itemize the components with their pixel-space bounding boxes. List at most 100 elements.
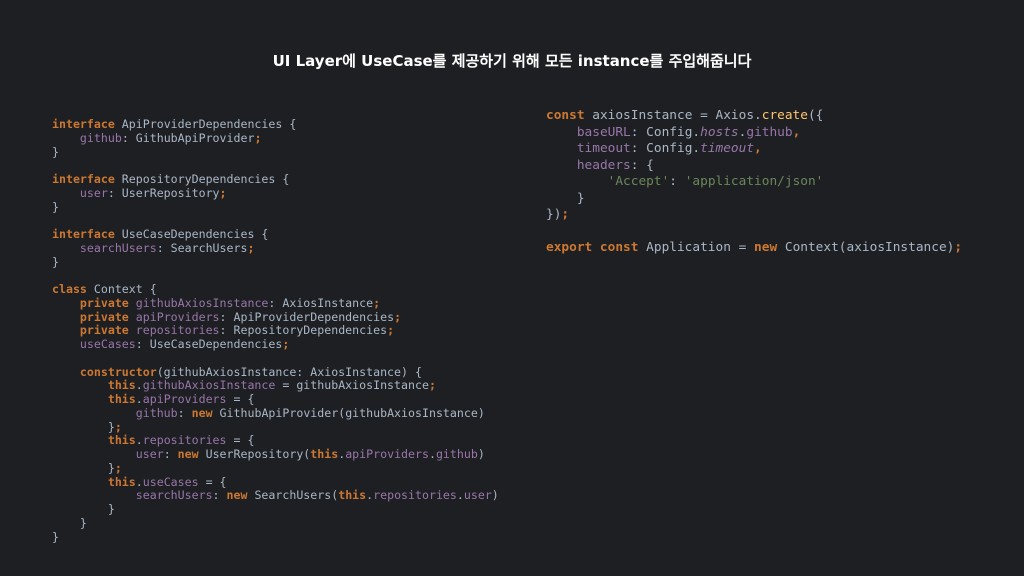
code-token: interface bbox=[52, 172, 115, 186]
code-line: headers: { bbox=[546, 158, 962, 175]
code-token: = { bbox=[226, 433, 255, 448]
code-token: github bbox=[79, 130, 122, 145]
code-line: } bbox=[52, 200, 499, 215]
code-line: } bbox=[52, 530, 499, 545]
code-token: = { bbox=[226, 392, 255, 406]
code-token: ; bbox=[373, 295, 381, 310]
code-token: 'application/json' bbox=[684, 174, 824, 189]
code-token: githubAxiosInstance bbox=[135, 295, 269, 310]
code-line: interface RepositoryDependencies { bbox=[52, 172, 499, 187]
code-line: } bbox=[52, 502, 499, 517]
code-block-context: interface ApiProviderDependencies { gith… bbox=[52, 117, 499, 545]
code-line: this.useCases = { bbox=[52, 474, 499, 490]
code-token: : GithubApiProvider bbox=[121, 130, 255, 145]
code-token: class bbox=[52, 282, 87, 296]
code-token: ) bbox=[491, 488, 499, 503]
code-line: ​ bbox=[52, 269, 499, 283]
code-token: , bbox=[754, 141, 762, 156]
code-token: . bbox=[135, 378, 143, 393]
code-token: }) bbox=[546, 207, 562, 222]
code-line: this.apiProviders = { bbox=[52, 392, 499, 407]
code-line: } bbox=[52, 515, 499, 531]
code-line: } bbox=[52, 145, 499, 160]
code-token: github bbox=[135, 405, 178, 420]
code-token: searchUsers bbox=[79, 240, 157, 255]
code-line: github: GithubApiProvider; bbox=[52, 130, 499, 146]
code-line: }; bbox=[52, 460, 499, 476]
code-token: timeout bbox=[576, 141, 631, 156]
slide-title: UI Layer에 UseCase를 제공하기 위해 모든 instance를 … bbox=[272, 52, 752, 70]
code-line: ​ bbox=[52, 214, 499, 228]
code-token: : UseCaseDependencies bbox=[135, 337, 283, 351]
slide: UI Layer에 UseCase를 제공하기 위해 모든 instance를 … bbox=[0, 0, 1024, 576]
code-token: user bbox=[79, 185, 108, 200]
code-line: 'Accept': 'application/json' bbox=[546, 174, 962, 191]
code-token: 'Accept' bbox=[607, 174, 670, 189]
code-token: . bbox=[456, 488, 464, 503]
code-token: UserRepository( bbox=[198, 447, 311, 461]
code-token: private bbox=[79, 295, 129, 310]
code-token: GithubApiProvider(githubAxiosInstance) bbox=[212, 405, 485, 420]
code-token: } bbox=[52, 254, 59, 269]
code-token: ; bbox=[387, 323, 395, 338]
code-line: }); bbox=[546, 207, 962, 224]
code-token: : bbox=[177, 405, 192, 420]
code-token: github bbox=[435, 447, 478, 461]
code-token: new bbox=[191, 405, 213, 420]
code-token: private bbox=[79, 309, 129, 324]
code-token: user bbox=[463, 488, 492, 503]
code-token: private bbox=[79, 323, 129, 338]
code-line: baseURL: Config.hosts.github, bbox=[546, 125, 962, 142]
code-line: const axiosInstance = Axios.create({ bbox=[546, 108, 962, 125]
code-line: searchUsers: SearchUsers; bbox=[52, 240, 499, 256]
code-token: interface bbox=[52, 117, 115, 131]
code-line: } bbox=[546, 191, 962, 208]
code-token: const bbox=[546, 108, 585, 123]
code-token: github bbox=[746, 124, 793, 140]
code-token: . bbox=[135, 433, 143, 448]
code-token: Context(axiosInstance) bbox=[777, 240, 955, 255]
code-token: ; bbox=[114, 419, 122, 434]
code-token: } bbox=[546, 190, 585, 206]
code-token: ; bbox=[954, 240, 963, 255]
code-token: apiProviders bbox=[345, 447, 429, 461]
code-token: axiosInstance = Axios. bbox=[584, 108, 762, 123]
code-token: timeout bbox=[700, 141, 755, 156]
code-token: ; bbox=[282, 337, 290, 351]
code-token: constructor bbox=[79, 364, 157, 379]
code-token: ; bbox=[219, 185, 227, 200]
code-line: private githubAxiosInstance: AxiosInstan… bbox=[52, 295, 499, 311]
code-token: apiProviders bbox=[142, 392, 227, 406]
code-token: export const bbox=[546, 240, 639, 255]
code-line: }; bbox=[52, 419, 499, 435]
code-token: : { bbox=[630, 157, 654, 173]
code-line: interface ApiProviderDependencies { bbox=[52, 117, 499, 132]
code-line: interface UseCaseDependencies { bbox=[52, 227, 499, 242]
code-token: repositories bbox=[373, 488, 457, 503]
code-line: export const Application = new Context(a… bbox=[546, 240, 962, 257]
code-line: this.githubAxiosInstance = githubAxiosIn… bbox=[52, 378, 499, 393]
code-token: ; bbox=[114, 460, 122, 475]
code-token: ApiProviderDependencies { bbox=[114, 117, 297, 131]
code-token: searchUsers bbox=[135, 488, 213, 503]
code-token: = { bbox=[198, 474, 227, 489]
code-token: : bbox=[669, 174, 685, 189]
code-token: Application = bbox=[638, 240, 755, 255]
code-token: } bbox=[52, 515, 87, 530]
code-token: repositories bbox=[142, 433, 227, 448]
code-token: : Config. bbox=[630, 124, 701, 140]
code-token: new bbox=[177, 447, 199, 461]
code-token: : SearchUsers bbox=[156, 240, 248, 255]
code-block-application: const axiosInstance = Axios.create({ bas… bbox=[546, 108, 962, 257]
code-line: timeout: Config.timeout, bbox=[546, 141, 962, 158]
code-token: : bbox=[163, 447, 178, 461]
